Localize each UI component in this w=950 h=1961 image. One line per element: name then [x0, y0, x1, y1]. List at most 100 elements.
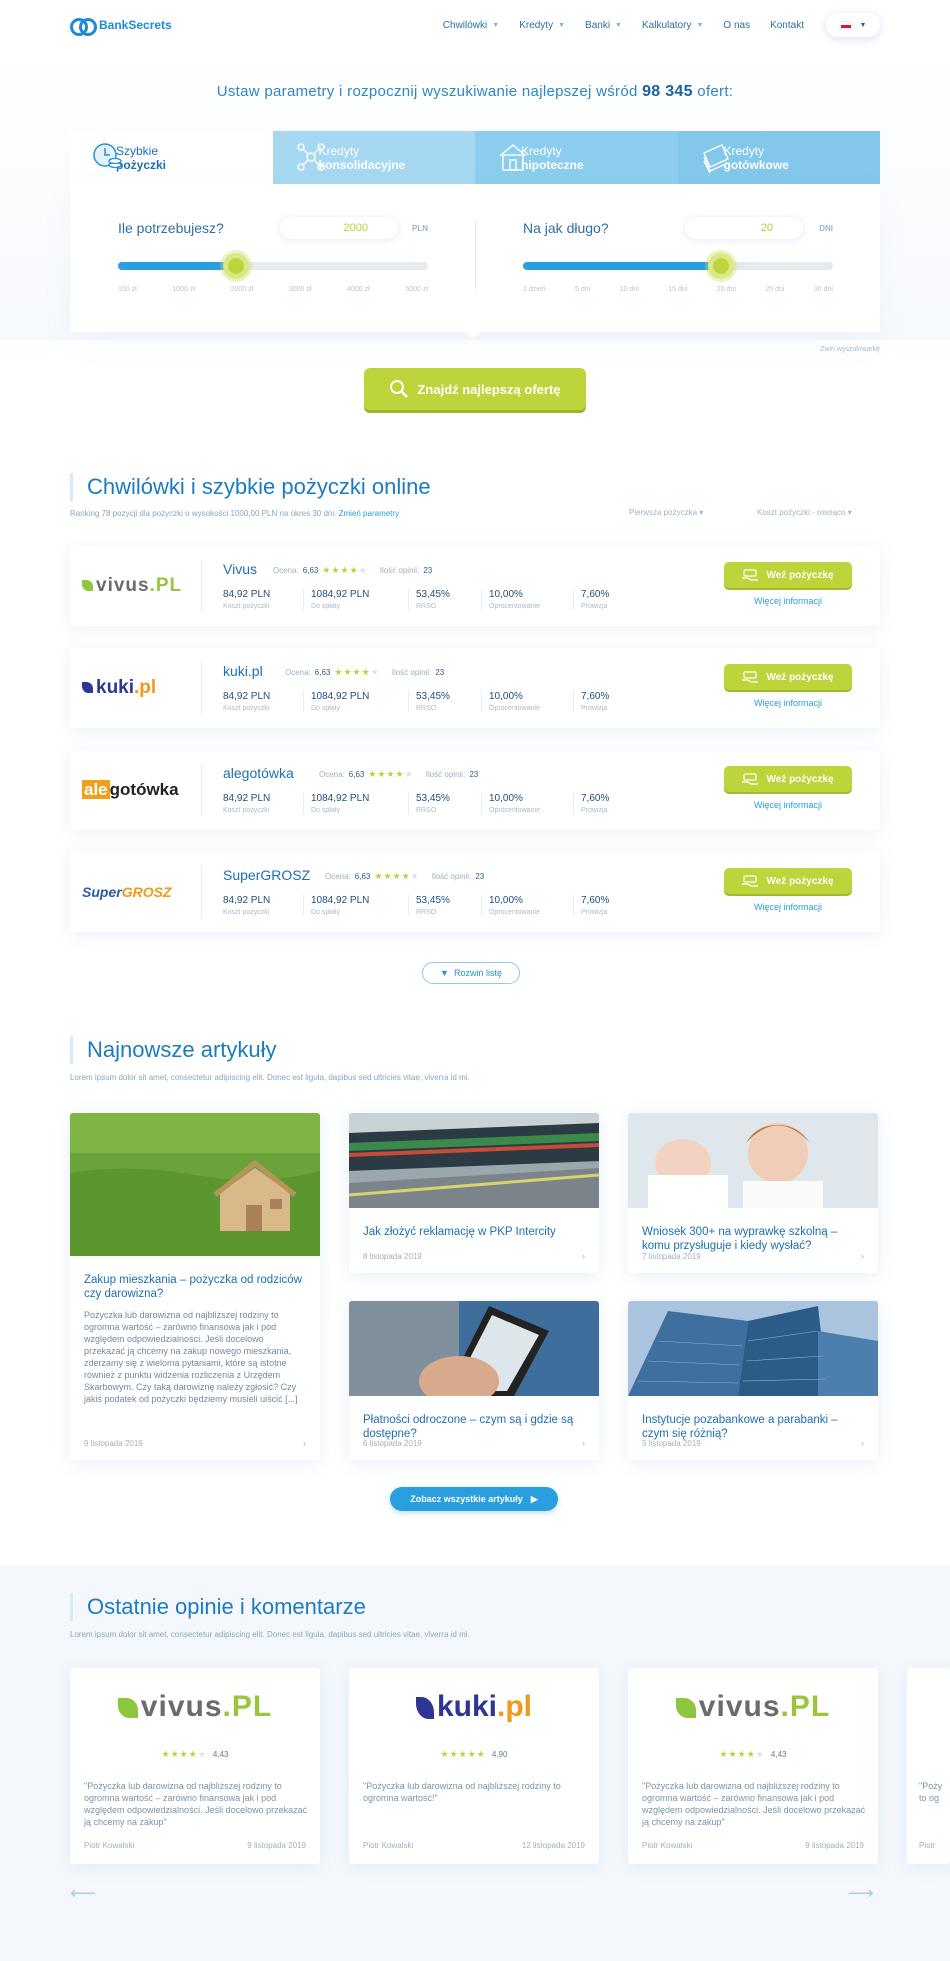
rating-label: Ocena:	[319, 770, 345, 779]
amount-slider-handle[interactable]	[222, 253, 249, 279]
amount-fill	[118, 262, 236, 270]
chevron-down-icon: ▼	[696, 21, 704, 29]
opinions-count: 23	[435, 668, 445, 677]
opinion-card-partial[interactable]: "Poży to og Piotr	[907, 1668, 950, 1864]
tab-kredyty-konsolidacyjne[interactable]: Kredyty konsolidacyjne	[272, 131, 475, 184]
brand-logo[interactable]: BankSecrets	[70, 15, 172, 36]
tab-kredyty-gotowkowe[interactable]: Kredyty gotówkowe	[677, 131, 880, 184]
article-date: 8 listopada 2019	[363, 1252, 422, 1261]
coins-clock-icon	[93, 143, 122, 169]
more-info-link[interactable]: Więcej informacji	[724, 800, 852, 810]
caret-down-icon: ▼	[859, 21, 867, 29]
tab-kredyty-hipoteczne[interactable]: Kredyty hipoteczne	[475, 131, 678, 184]
vivus-logo[interactable]: vivus.PL	[82, 564, 202, 608]
article-card[interactable]: Jak złożyć reklamację w PKP Intercity 8 …	[349, 1113, 599, 1273]
offer-stat-label: RRSO	[416, 705, 437, 712]
offer-card[interactable]: vivus.PL Vivus Ocena: 6,63 ★★★★★ Ilość o…	[70, 546, 880, 626]
alego-logo[interactable]: ale gotówka	[82, 768, 202, 812]
chevron-right-icon[interactable]: ›	[582, 1438, 585, 1448]
all-articles-button[interactable]: Zobacz wszystkie artykuły ▶	[390, 1487, 558, 1511]
offer-card[interactable]: kuki.pl kuki.pl Ocena: 6,63 ★★★★★ Ilość …	[70, 648, 880, 728]
expand-list-button[interactable]: ▼ Rozwiń listę	[422, 962, 520, 984]
sort-first-loan[interactable]: Pierwsza pożyczka ▾	[629, 508, 703, 517]
menu-item-o-nas[interactable]: O nas	[723, 20, 750, 31]
offer-name[interactable]: alegotówka	[223, 765, 294, 781]
menu-item-chwilowki[interactable]: Chwilówki ▼	[443, 20, 499, 31]
article-title[interactable]: Płatności odroczone – czym są i gdzie są…	[349, 1401, 599, 1441]
find-offer-label: Znajdź najlepszą ofertę	[417, 381, 561, 397]
opinion-card[interactable]: vivus.PL ★★★★★ 4,43 "Pożyczka lub darowiz…	[628, 1668, 878, 1864]
arrow-right-icon[interactable]: ⟶	[848, 1883, 874, 1904]
chevron-down-icon: ▼	[492, 21, 500, 29]
tab-line2: hipoteczne	[521, 157, 584, 172]
take-loan-button[interactable]: Weź pożyczkę	[724, 562, 852, 588]
tab-szybkie-pozyczki[interactable]: Szybkie pożyczki	[70, 131, 273, 184]
caret-down-icon: ▾	[847, 508, 852, 517]
take-loan-button[interactable]: Weź pożyczkę	[724, 868, 852, 894]
offer-stat-label: Oprocentowanie	[489, 603, 540, 610]
articles-subtitle: Lorem ipsum dolor sit amet, consectetur …	[70, 1073, 470, 1082]
opinion-score: 4,90	[491, 1750, 508, 1759]
arrow-left-icon[interactable]: ⟵	[70, 1883, 96, 1904]
article-card[interactable]: Wniosek 300+ na wyprawkę szkolną – komu …	[628, 1113, 878, 1273]
expand-label: Rozwiń listę	[453, 968, 502, 978]
offer-card[interactable]: SuperGROSZ SuperGROSZ Ocena: 6,63 ★★★★★ …	[70, 852, 880, 932]
amount-track[interactable]	[118, 253, 428, 279]
ranking-title: Chwilówki i szybkie pożyczki online	[70, 473, 431, 501]
duration-fill	[523, 262, 722, 270]
collapse-search-link[interactable]: Zwiń wyszukiwarkę	[820, 346, 880, 353]
offer-stats: 84,92 PLN Koszt pożyczki 1084,92 PLN Do spł…	[223, 691, 643, 712]
duration-track[interactable]	[523, 253, 833, 279]
offer-name[interactable]: SuperGROSZ	[223, 867, 310, 883]
amount-ticks: 100 zł 1000 zł 2000 zł 3000 zł 4000 zł 5000 z…	[118, 286, 428, 293]
opinion-card[interactable]: vivus.PL ★★★★★ 4,43 "Pożyczka lub darowiz…	[70, 1668, 320, 1864]
offer-meta: Ocena: 6,63 ★★★★★ Ilość opinii: 23	[325, 871, 484, 882]
menu-item-kredyty[interactable]: Kredyty ▼	[519, 20, 565, 31]
article-card[interactable]: Płatności odroczone – czym są i gdzie są…	[349, 1301, 599, 1460]
more-info-link[interactable]: Więcej informacji	[724, 698, 852, 708]
chevron-right-icon[interactable]: ›	[582, 1251, 585, 1261]
opinion-date: 9 listopada 2019	[247, 1841, 306, 1850]
more-info-link[interactable]: Więcej informacji	[724, 902, 852, 912]
sort-cost[interactable]: Koszt pożyczki - rosnąco ▾	[757, 508, 852, 517]
menu-item-kontakt[interactable]: Kontakt	[770, 20, 804, 31]
article-title[interactable]: Jak złożyć reklamację w PKP Intercity	[349, 1213, 599, 1239]
offer-name[interactable]: kuki.pl	[223, 663, 263, 679]
duration-question: Na jak długo?	[523, 220, 609, 236]
article-card[interactable]: Zakup mieszkania – pożyczka od rodziców …	[70, 1113, 320, 1460]
logo-suffix: .pl	[497, 1690, 533, 1723]
amount-input[interactable]: 2000	[280, 217, 398, 239]
article-title[interactable]: Zakup mieszkania – pożyczka od rodziców …	[70, 1261, 320, 1301]
find-offer-button[interactable]: Znajdź najlepszą ofertę	[364, 368, 586, 410]
duration-slider-handle[interactable]	[708, 253, 735, 279]
change-params-link[interactable]: Zmień parametry	[339, 509, 399, 518]
take-loan-button[interactable]: Weź pożyczkę	[724, 766, 852, 792]
money-hand-icon	[742, 569, 759, 581]
slider-tick-label: 1000 zł	[172, 286, 195, 293]
take-loan-button[interactable]: Weź pożyczkę	[724, 664, 852, 690]
menu-item-banki[interactable]: Banki ▼	[585, 20, 622, 31]
opinions-subtitle: Lorem ipsum dolor sit amet, consectetur …	[70, 1630, 470, 1639]
kuki-logo[interactable]: kuki.pl	[82, 666, 202, 710]
chevron-right-icon[interactable]: ›	[303, 1438, 306, 1448]
offer-stat: 7,60% Prowizja	[573, 895, 633, 916]
article-card[interactable]: Instytucje pozabankowe a parabanki – czy…	[628, 1301, 878, 1460]
offer-stat-label: Oprocentowanie	[489, 909, 540, 916]
offer-stat-label: Do spłaty	[311, 909, 341, 916]
chevron-right-icon[interactable]: ›	[861, 1438, 864, 1448]
duration-input[interactable]: 20	[685, 217, 803, 239]
article-title[interactable]: Instytucje pozabankowe a parabanki – czy…	[628, 1401, 878, 1441]
menu-label: Kalkulatory	[641, 19, 692, 31]
opinion-card[interactable]: kuki.pl ★★★★★ 4,90 "Pożyczka lub darowizn…	[349, 1668, 599, 1864]
offer-stat: 53,45% RRSO	[408, 691, 471, 712]
offer-stat: 10,00% Oprocentowanie	[481, 691, 563, 712]
chevron-right-icon[interactable]: ›	[861, 1251, 864, 1261]
menu-label: Kredyty	[519, 19, 554, 31]
super-logo[interactable]: SuperGROSZ	[82, 870, 202, 914]
language-selector[interactable]: ▼	[826, 13, 880, 37]
menu-item-kalkulatory[interactable]: Kalkulatory ▼	[642, 20, 703, 31]
article-title[interactable]: Wniosek 300+ na wyprawkę szkolną – komu …	[628, 1213, 878, 1253]
offer-card[interactable]: ale gotówka alegotówka Ocena: 6,63 ★★★★★ …	[70, 750, 880, 830]
more-info-link[interactable]: Więcej informacji	[724, 596, 852, 606]
offer-name[interactable]: Vivus	[223, 561, 257, 577]
